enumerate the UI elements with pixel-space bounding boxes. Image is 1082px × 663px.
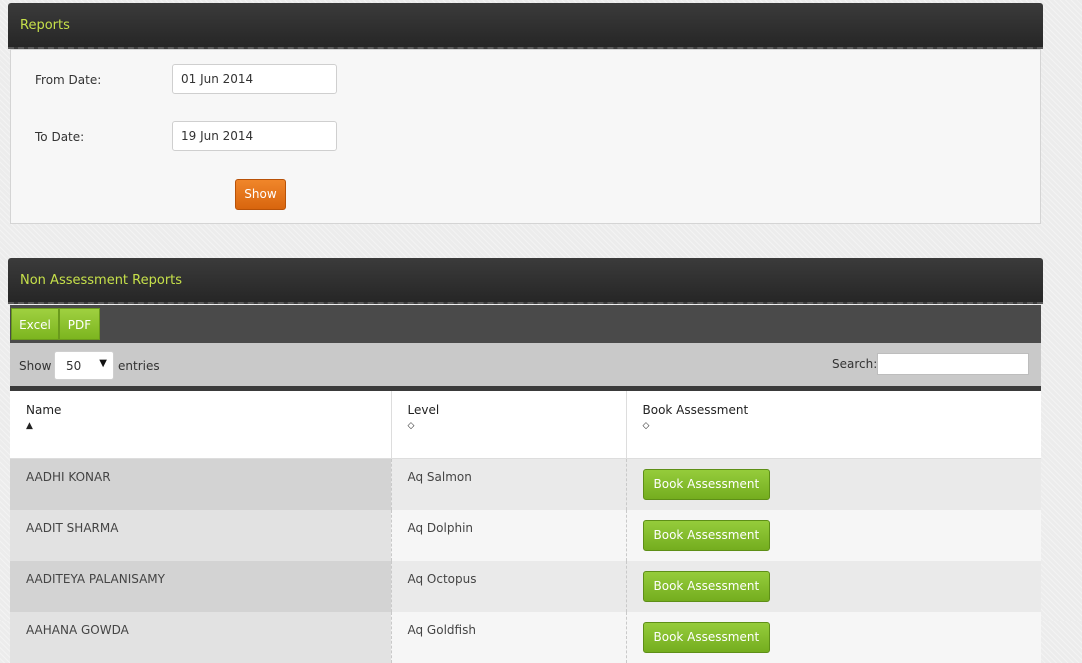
table-header-row: Name ▲ Level ◇ Book Assessment ◇ xyxy=(10,391,1041,459)
cell-action: Book Assessment xyxy=(626,509,1041,561)
book-assessment-button[interactable]: Book Assessment xyxy=(642,621,771,653)
entries-select[interactable]: 50 ▼ xyxy=(54,351,114,380)
column-header-book-assessment[interactable]: Book Assessment ◇ xyxy=(626,391,1041,459)
to-date-input[interactable]: 19 Jun 2014 xyxy=(172,121,337,151)
reports-title: Reports xyxy=(20,18,70,33)
book-assessment-button[interactable]: Book Assessment xyxy=(642,519,771,551)
from-date-label: From Date: xyxy=(35,73,102,87)
show-button[interactable]: Show xyxy=(235,179,286,210)
column-label: Book Assessment xyxy=(642,403,749,417)
table-row: AAHANA GOWDA Aq Goldfish Book Assessment xyxy=(10,611,1041,663)
cell-action: Book Assessment xyxy=(626,560,1041,612)
cell-name: AADHI KONAR xyxy=(10,458,392,510)
non-assessment-table: Name ▲ Level ◇ Book Assessment ◇ AADHI K… xyxy=(10,391,1041,663)
cell-level: Aq Salmon xyxy=(391,458,627,510)
column-header-name[interactable]: Name ▲ xyxy=(10,391,392,459)
column-header-level[interactable]: Level ◇ xyxy=(391,391,627,459)
book-assessment-button[interactable]: Book Assessment xyxy=(642,469,771,500)
cell-name: AADIT SHARMA xyxy=(10,509,392,561)
cell-name: AADITEYA PALANISAMY xyxy=(10,560,392,612)
pdf-button[interactable]: PDF xyxy=(59,308,100,340)
cell-level: Aq Octopus xyxy=(391,560,627,612)
search-label: Search: xyxy=(832,357,878,371)
column-label: Level xyxy=(407,403,440,417)
search-input[interactable] xyxy=(877,353,1029,375)
reports-header: Reports xyxy=(8,3,1043,49)
cell-action: Book Assessment xyxy=(626,458,1041,510)
cell-name: AAHANA GOWDA xyxy=(10,611,392,663)
column-label: Name xyxy=(26,403,62,417)
show-entries-label: Show xyxy=(19,359,52,373)
sort-asc-icon: ▲ xyxy=(26,421,33,431)
from-date-input[interactable]: 01 Jun 2014 xyxy=(172,64,337,94)
non-assessment-header: Non Assessment Reports xyxy=(8,258,1043,304)
cell-level: Aq Goldfish xyxy=(391,611,627,663)
cell-action: Book Assessment xyxy=(626,611,1041,663)
entries-label: entries xyxy=(118,359,160,373)
reports-panel: From Date: 01 Jun 2014 To Date: 19 Jun 2… xyxy=(10,49,1041,224)
table-filter-bar: Show 50 ▼ entries Search: xyxy=(10,343,1041,391)
book-assessment-button[interactable]: Book Assessment xyxy=(642,570,771,602)
non-assessment-title: Non Assessment Reports xyxy=(20,273,183,288)
sort-both-icon: ◇ xyxy=(642,421,650,431)
export-toolbar: Excel PDF xyxy=(10,305,1041,343)
to-date-label: To Date: xyxy=(35,130,85,144)
entries-value: 50 xyxy=(66,359,82,373)
excel-button[interactable]: Excel xyxy=(11,308,59,340)
cell-level: Aq Dolphin xyxy=(391,509,627,561)
table-row: AADITEYA PALANISAMY Aq Octopus Book Asse… xyxy=(10,560,1041,612)
table-row: AADIT SHARMA Aq Dolphin Book Assessment xyxy=(10,509,1041,561)
sort-both-icon: ◇ xyxy=(407,421,415,431)
chevron-down-icon: ▼ xyxy=(99,358,107,369)
table-row: AADHI KONAR Aq Salmon Book Assessment xyxy=(10,458,1041,510)
